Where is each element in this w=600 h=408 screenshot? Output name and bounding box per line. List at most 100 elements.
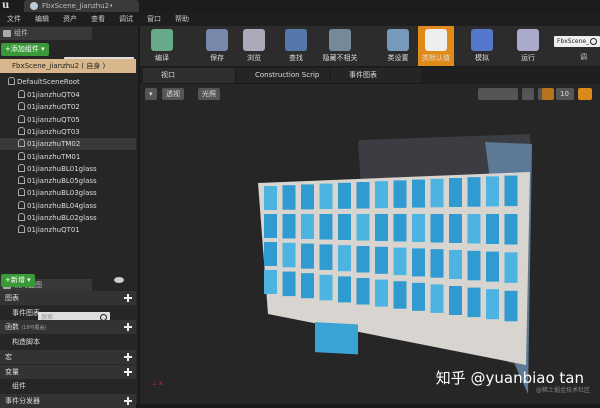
tree-label: 01jianzhuBL04glass (27, 202, 97, 210)
toolbar-button[interactable]: 模拟 (464, 26, 500, 66)
toolbar-icon (285, 29, 307, 51)
blueprint-row[interactable]: 构造脚本 (0, 335, 136, 349)
toolbar-label: 编译 (155, 54, 169, 62)
menu-edit[interactable]: 编辑 (28, 12, 56, 26)
toolbar-label: 类设置 (388, 54, 409, 62)
row-label: 函数 (5, 323, 19, 331)
window (375, 247, 388, 274)
blueprint-row[interactable]: 事件图表 (0, 306, 136, 320)
toolbar-button[interactable]: 隐藏不相关 (316, 26, 364, 66)
toolbar-button[interactable]: 查找 (280, 26, 312, 66)
menu-window[interactable]: 窗口 (140, 12, 168, 26)
toolbar-button[interactable]: 运行 (510, 26, 546, 66)
component-item[interactable]: 01jianzhuQT02 (0, 101, 136, 113)
blueprint-row[interactable]: 事件分发器 (0, 394, 136, 408)
menu-file[interactable]: 文件 (0, 12, 28, 26)
tab-construction-script[interactable]: Construction Scrip (237, 68, 329, 83)
window (394, 281, 407, 309)
tab-label: Construction Scrip (255, 71, 319, 79)
toolbar-button[interactable]: 浏览 (238, 26, 270, 66)
component-item[interactable]: 01jianzhuQT04 (0, 89, 136, 101)
static-mesh-icon (18, 213, 25, 221)
watermark-sub: @稀土掘金技术社区 (536, 385, 590, 394)
menu-asset[interactable]: 资产 (56, 12, 84, 26)
component-item[interactable]: 01jianzhuBL01glass (0, 163, 136, 175)
blueprint-row[interactable]: 组件 (0, 379, 136, 393)
menu-debug[interactable]: 调试 (112, 12, 140, 26)
add-icon[interactable] (124, 294, 132, 302)
row-label: 构造脚本 (12, 338, 40, 346)
add-icon[interactable] (124, 353, 132, 361)
toolbar-label: 隐藏不相关 (323, 54, 358, 62)
toolbar-button[interactable]: 类默认值 (418, 26, 454, 66)
toolbar-label: 查找 (289, 54, 303, 62)
window (412, 248, 425, 276)
window (394, 180, 407, 208)
static-mesh-icon (18, 188, 25, 196)
building-model (140, 84, 600, 404)
add-icon[interactable] (124, 368, 132, 376)
window (264, 186, 277, 210)
viewport[interactable]: ▾ 透视 光照 10 ⊥ x (140, 84, 600, 404)
window (357, 214, 370, 241)
toolbar-button[interactable]: 编译 (144, 26, 180, 66)
toolbar-label: 运行 (521, 54, 535, 62)
tree-label: 01jianzhuBL02glass (27, 214, 97, 222)
eye-icon[interactable] (114, 277, 124, 283)
window (505, 214, 518, 245)
blueprint-row[interactable]: 图表 (0, 291, 136, 305)
component-item[interactable]: 01jianzhuBL05glass (0, 175, 136, 187)
component-item[interactable]: 01jianzhuQT05 (0, 114, 136, 126)
tab-components[interactable]: 组件 (0, 27, 92, 40)
debug-object-field[interactable]: FbxScene_ (554, 36, 600, 47)
row-label: 变量 (5, 368, 19, 376)
menu-help[interactable]: 帮助 (168, 12, 196, 26)
toolbar-icon (151, 29, 173, 51)
window (431, 214, 444, 243)
tree-label: 01jianzhuBL01glass (27, 165, 97, 173)
window (320, 275, 333, 301)
component-item[interactable]: 01jianzhuBL04glass (0, 200, 136, 212)
tab-event-graph[interactable]: 事件图表 (331, 68, 421, 83)
new-button[interactable]: +新增 ▾ (1, 274, 35, 287)
window (468, 251, 481, 280)
window (283, 185, 296, 210)
blueprint-row[interactable]: 宏 (0, 350, 136, 364)
add-component-button[interactable]: +添加组件 ▾ (1, 43, 49, 56)
window (320, 244, 333, 270)
toolbar-button[interactable]: 保存 (202, 26, 232, 66)
component-item[interactable]: 01jianzhuBL03glass (0, 187, 136, 199)
tree-root[interactable]: DefaultSceneRoot (0, 76, 136, 88)
component-item[interactable]: 01jianzhuTM02 (0, 138, 136, 150)
tree-label: 01jianzhuQT04 (27, 91, 80, 99)
window (449, 250, 462, 279)
menu-view[interactable]: 查看 (84, 12, 112, 26)
component-item[interactable]: 01jianzhuQT01 (0, 224, 136, 236)
component-item[interactable]: 01jianzhuBL02glass (0, 212, 136, 224)
component-item[interactable]: 01jianzhuQT03 (0, 126, 136, 138)
row-label: 组件 (12, 382, 26, 390)
blueprint-row[interactable]: 变量 (0, 365, 136, 379)
tab-label: 事件图表 (349, 71, 377, 79)
window (301, 273, 314, 298)
tab-viewport[interactable]: 视口 (143, 68, 235, 83)
toolbar-icon (517, 29, 539, 51)
window (468, 177, 481, 207)
add-icon[interactable] (124, 323, 132, 331)
editor-tabs: 视口 Construction Scrip 事件图表 (140, 67, 600, 83)
static-mesh-icon (18, 115, 25, 123)
window (375, 280, 388, 307)
window (486, 252, 499, 282)
toolbar-icon (425, 29, 447, 51)
component-item[interactable]: 01jianzhuTM01 (0, 151, 136, 163)
window (468, 214, 481, 244)
toolbar-button[interactable]: 类设置 (380, 26, 416, 66)
static-mesh-icon (18, 201, 25, 209)
self-component[interactable]: FbxScene_jianzhu2 ( 自身 ) (0, 59, 136, 73)
document-tab[interactable]: FbxScene_jianzhu2• (24, 0, 139, 12)
window (505, 291, 518, 322)
blueprint-row[interactable]: 函数 (18可覆盖) (0, 320, 136, 334)
window (338, 214, 351, 240)
axis-gizmo: ⊥ x (152, 380, 163, 387)
window (357, 278, 370, 305)
